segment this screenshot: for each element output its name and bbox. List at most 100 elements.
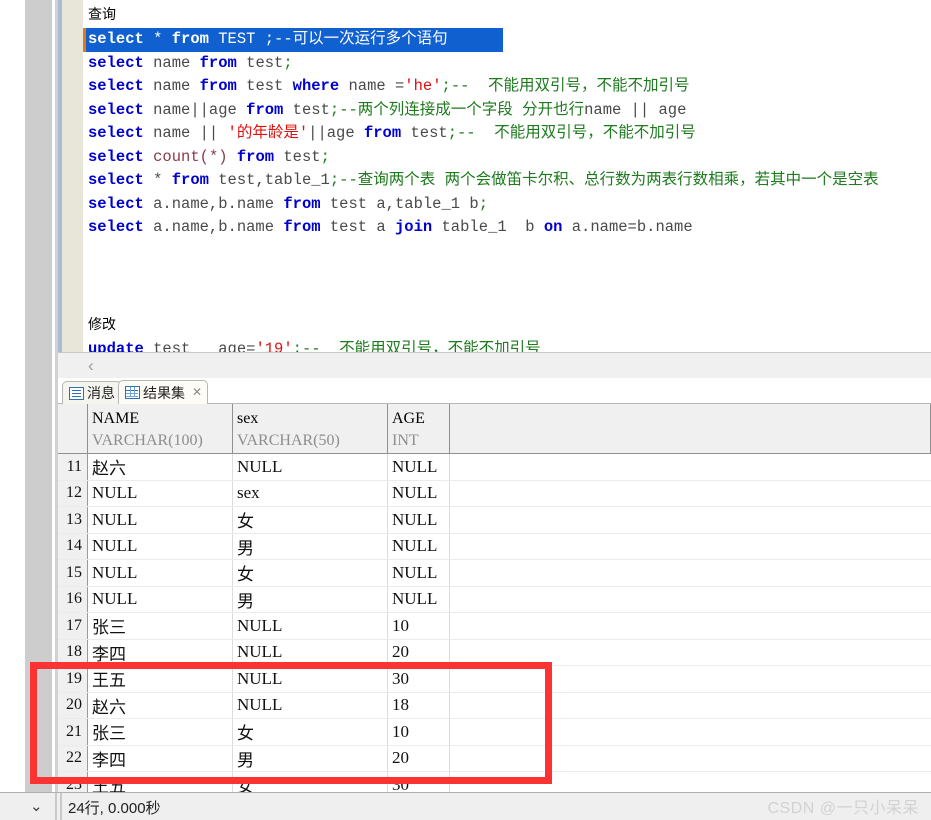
row-number-cell: 16 <box>58 586 88 612</box>
cell-sex[interactable]: 女 <box>233 560 388 586</box>
table-row[interactable]: 15 NULL 女 NULL <box>58 560 931 587</box>
code-line[interactable]: select name from test; <box>83 52 931 76</box>
table-row[interactable]: 23 王五女 30 <box>58 772 931 792</box>
cell-sex[interactable]: NULL <box>233 613 388 639</box>
cell-age[interactable]: NULL <box>388 560 450 586</box>
code-line[interactable]: select name||age from test;--两个列连接成一个字段 … <box>83 99 931 123</box>
cell-filler <box>450 454 931 480</box>
code-token: test <box>236 77 293 95</box>
cell-name[interactable]: NULL <box>88 533 233 559</box>
cell-name[interactable]: NULL <box>88 586 233 612</box>
code-line[interactable]: select * from test,table_1;--查询两个表 两个会做笛… <box>83 169 931 193</box>
cell-age[interactable]: 10 <box>388 719 450 745</box>
column-header-sex[interactable]: sex VARCHAR(50) <box>233 404 388 453</box>
cell-age[interactable]: 20 <box>388 639 450 665</box>
code-line[interactable]: select count(*) from test; <box>83 146 931 170</box>
cell-name[interactable]: 张三 <box>88 719 233 745</box>
code-token: -- 不能用双引号，不能不加引号 <box>301 340 541 352</box>
code-token: test a,table_1 b <box>320 194 479 213</box>
cell-sex[interactable]: 男 <box>233 745 388 771</box>
table-row[interactable]: 20 赵六 NULL 18 <box>58 692 931 719</box>
cell-filler <box>450 587 931 613</box>
code-line[interactable]: update test age='19';-- 不能用双引号，不能不加引号 <box>83 338 931 352</box>
cell-filler <box>450 613 931 639</box>
code-token: select <box>88 100 144 119</box>
code-line[interactable]: select a.name,b.name from test a join ta… <box>83 216 931 240</box>
code-line[interactable]: select name from test where name ='he';-… <box>83 75 931 99</box>
vertical-scrollbar[interactable] <box>25 0 52 800</box>
cell-age[interactable]: NULL <box>388 454 450 480</box>
code-token: from <box>171 30 209 48</box>
cell-age[interactable]: NULL <box>388 507 450 533</box>
table-row[interactable]: 13 NULL 女 NULL <box>58 507 931 534</box>
code-token: on <box>543 218 563 236</box>
cell-sex[interactable]: NULL <box>233 692 388 718</box>
cell-sex[interactable]: NULL <box>233 666 388 692</box>
table-row[interactable]: 16 NULL 男 NULL <box>58 586 931 613</box>
table-row[interactable]: 22 李四男 20 <box>58 745 931 772</box>
cell-name[interactable]: 赵六 <box>88 692 233 718</box>
tab-resultset[interactable]: 结果集 ✕ <box>118 380 208 404</box>
cell-sex[interactable]: 男 <box>233 533 388 559</box>
code-token: ||age <box>308 124 364 142</box>
column-header-name[interactable]: NAME VARCHAR(100) <box>88 404 233 453</box>
tab-messages[interactable]: 消息 <box>62 381 122 404</box>
cell-age[interactable]: 30 <box>388 772 450 792</box>
table-row[interactable]: 21 张三女 10 <box>58 719 931 746</box>
table-row[interactable]: 17 张三 NULL 10 <box>58 613 931 640</box>
table-row[interactable]: 12 NULL sex NULL <box>58 480 931 507</box>
cell-age[interactable]: NULL <box>388 533 450 559</box>
code-token: table_1 b <box>432 218 544 236</box>
cell-name[interactable]: NULL <box>88 560 233 586</box>
cell-name[interactable]: 王五 <box>88 772 233 792</box>
watermark: CSDN @一只小呆呆 <box>767 800 919 817</box>
code-line[interactable]: select * from TEST ;--可以一次运行多个语句 <box>83 28 503 52</box>
cell-filler <box>450 507 931 533</box>
cell-age[interactable]: 30 <box>388 666 450 692</box>
cell-age[interactable]: NULL <box>388 480 450 506</box>
cell-name[interactable]: 张三 <box>88 613 233 639</box>
code-line[interactable]: select a.name,b.name from test a,table_1… <box>83 193 931 217</box>
cell-sex[interactable]: NULL <box>233 454 388 480</box>
code-token: name || <box>143 124 228 142</box>
cell-sex[interactable]: 女 <box>233 772 388 792</box>
cell-name[interactable]: NULL <box>88 507 233 533</box>
table-row[interactable]: 14 NULL 男 NULL <box>58 533 931 560</box>
code-token: name||age <box>143 100 247 119</box>
editor-text-area[interactable]: 查询 select * from TEST ;--可以一次运行多个语句 select… <box>83 0 931 352</box>
code-line[interactable]: select name || '的年龄是'||age from test;-- … <box>83 122 931 146</box>
close-icon[interactable]: ✕ <box>192 386 202 398</box>
cell-age[interactable]: 20 <box>388 745 450 771</box>
cell-age[interactable]: NULL <box>388 586 450 612</box>
code-token: select <box>88 218 144 236</box>
cell-sex[interactable]: 男 <box>233 586 388 612</box>
code-token: select <box>88 147 144 166</box>
cell-sex[interactable]: NULL <box>233 639 388 665</box>
status-divider-1 <box>55 793 57 820</box>
cell-name[interactable]: 赵六 <box>88 454 233 480</box>
table-row[interactable]: 19 王五 NULL 30 <box>58 666 931 693</box>
status-divider-2 <box>60 793 62 820</box>
code-token: from <box>363 124 402 142</box>
cell-age[interactable]: 10 <box>388 613 450 639</box>
cell-sex[interactable]: 女 <box>233 719 388 745</box>
chevron-down-icon[interactable]: ⌄ <box>30 797 43 815</box>
table-row[interactable]: 18 李四 NULL 20 <box>58 639 931 666</box>
column-header-age[interactable]: AGE INT <box>388 404 450 453</box>
cell-name[interactable]: 李四 <box>88 745 233 771</box>
result-grid[interactable]: NAME VARCHAR(100) sex VARCHAR(50) AGE IN… <box>58 404 931 792</box>
cell-name[interactable]: 李四 <box>88 639 233 665</box>
cell-age[interactable]: 18 <box>388 692 450 718</box>
chevron-left-icon[interactable]: ‹ <box>88 356 94 376</box>
cell-name[interactable]: NULL <box>88 480 233 506</box>
table-row[interactable]: 11 赵六 NULL NULL <box>58 454 931 481</box>
cell-sex[interactable]: sex <box>233 480 388 506</box>
cell-filler <box>450 719 931 745</box>
sql-editor-pane[interactable]: 查询 select * from TEST ;--可以一次运行多个语句 select… <box>58 0 931 352</box>
row-number-cell: 22 <box>58 745 88 771</box>
row-number-cell: 12 <box>58 480 88 506</box>
code-token: from <box>199 53 237 72</box>
cell-sex[interactable]: 女 <box>233 507 388 533</box>
cell-name[interactable]: 王五 <box>88 666 233 692</box>
